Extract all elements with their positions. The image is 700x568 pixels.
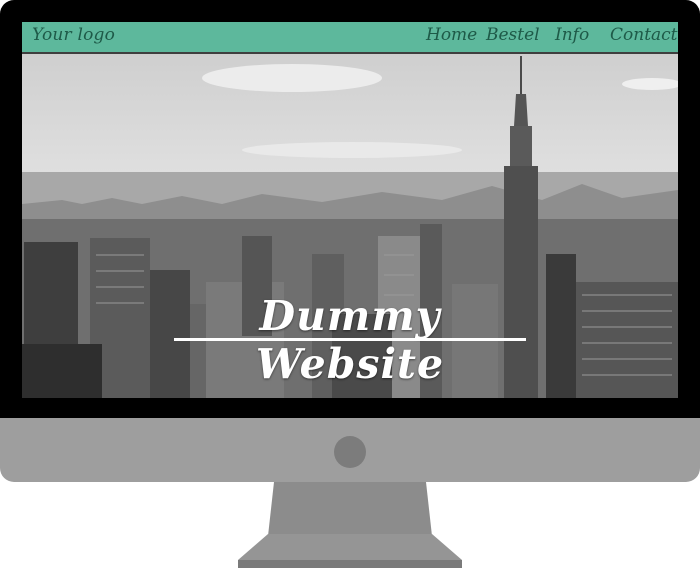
nav-link-info[interactable]: Info xyxy=(555,25,589,45)
hero-title-underline xyxy=(174,338,526,341)
monitor-stand-neck xyxy=(0,482,700,536)
navbar: Your logo Home Bestel Info Contact xyxy=(22,22,678,52)
nav-link-contact[interactable]: Contact xyxy=(610,25,678,45)
monitor-stand-base xyxy=(0,534,700,568)
nav-link-bestel[interactable]: Bestel xyxy=(486,25,540,45)
site-logo[interactable]: Your logo xyxy=(32,25,115,45)
nav-link-home[interactable]: Home xyxy=(426,25,477,45)
screen: Your logo Home Bestel Info Contact Dummy… xyxy=(22,22,678,398)
webcam-icon xyxy=(334,436,366,468)
navbar-divider xyxy=(22,52,678,54)
